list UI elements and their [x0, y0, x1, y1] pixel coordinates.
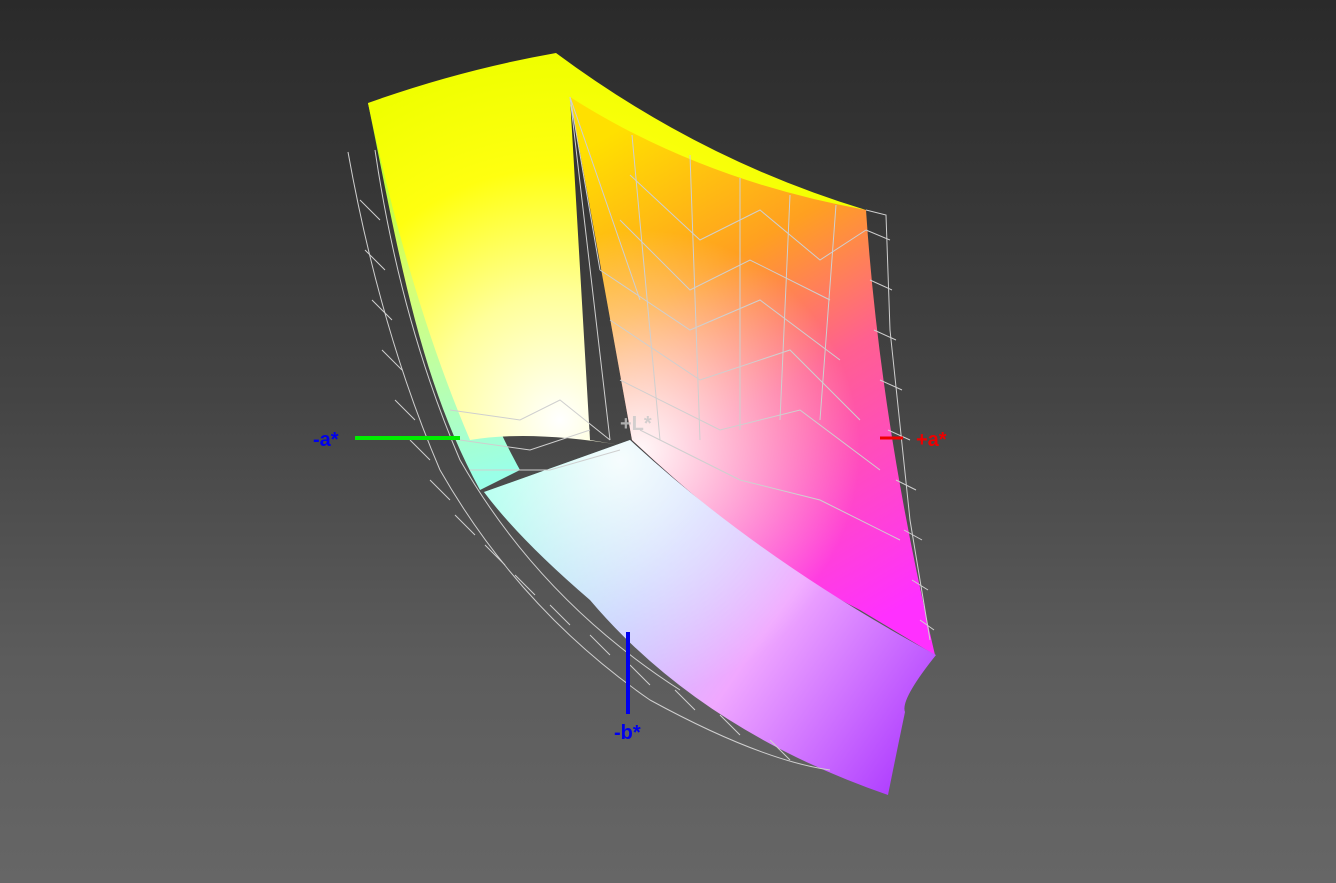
axis-label-neg-b: -b*	[614, 722, 641, 744]
axis-label-pos-l: +L*	[620, 413, 652, 435]
axis-label-neg-a: -a*	[313, 429, 339, 451]
gamut-solid-render: -a* +a* -b* +L*	[313, 53, 947, 795]
axis-label-pos-a: +a*	[916, 429, 947, 451]
gamut-3d-viewport[interactable]: -a* +a* -b* +L*	[0, 0, 1336, 883]
